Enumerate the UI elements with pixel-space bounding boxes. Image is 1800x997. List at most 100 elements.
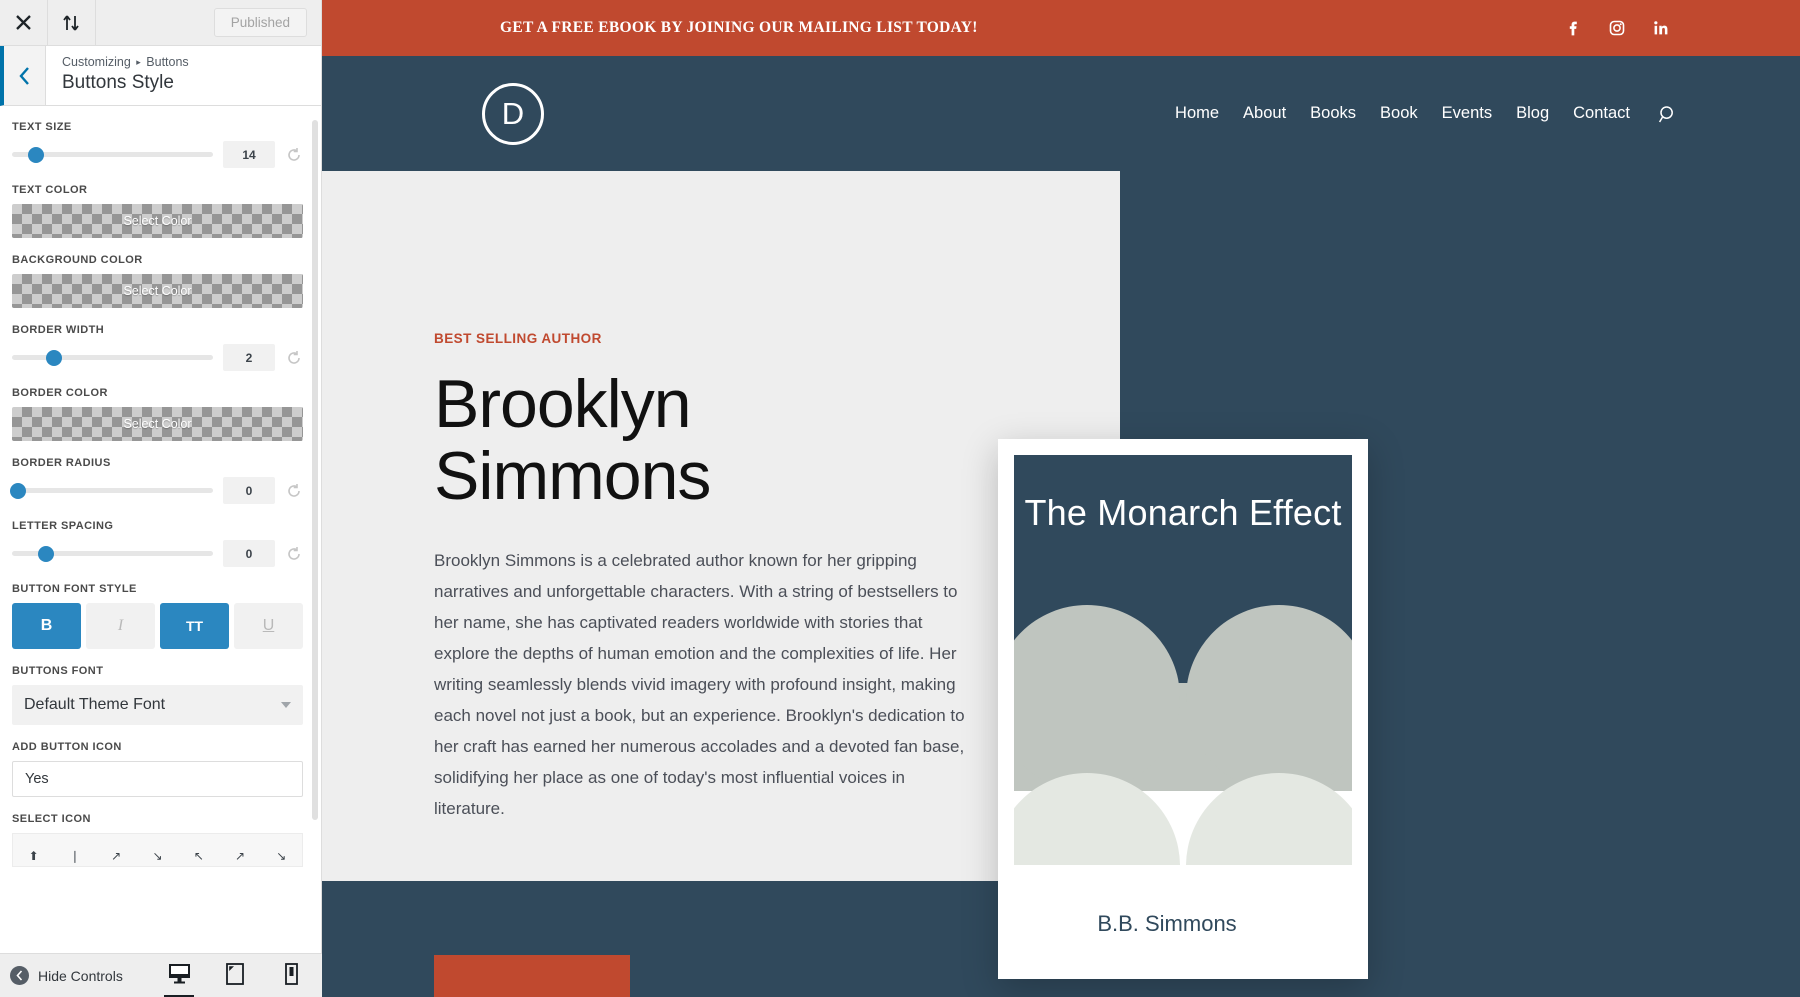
control-select-icon: SELECT ICON ⬆ ❘ ↗ ↘ ↖ ↗ ↘ [12,813,303,867]
letter-spacing-slider[interactable] [12,545,213,562]
icon-option[interactable]: ↘ [261,849,302,866]
icon-option[interactable]: ↖ [178,849,219,866]
page-title: Buttons Style [62,72,174,94]
italic-toggle-button[interactable]: I [86,603,155,649]
text-size-value[interactable]: 14 [223,141,275,168]
slider-row: 14 [12,141,303,168]
slider-knob[interactable] [38,545,55,562]
nav-link-contact[interactable]: Contact [1573,104,1630,123]
hero-eyebrow: BEST SELLING AUTHOR [434,331,602,346]
customizer-topbar: Published [0,0,321,46]
reset-icon[interactable] [285,546,303,562]
nav-link-about[interactable]: About [1243,104,1286,123]
breadcrumb-current: Buttons [146,55,189,69]
border-radius-slider[interactable] [10,482,213,499]
control-border-width: BORDER WIDTH 2 [12,324,303,371]
nav-link-blog[interactable]: Blog [1516,104,1549,123]
linkedin-icon[interactable] [1652,19,1670,37]
font-style-buttons: B I TT U [12,603,303,649]
published-button[interactable]: Published [213,8,307,37]
border-width-slider[interactable] [12,349,213,366]
control-label: BACKGROUND COLOR [12,254,143,266]
border-width-value[interactable]: 2 [223,344,275,371]
letter-spacing-value[interactable]: 0 [223,540,275,567]
nav-link-home[interactable]: Home [1175,104,1219,123]
desktop-icon [168,964,190,984]
control-border-color: BORDER COLOR Select Color [12,387,303,441]
book-cover-card: The Monarch Effect B.B. Simmons [998,439,1368,979]
icon-option[interactable]: ⬆ [13,849,54,866]
desktop-view-button[interactable] [158,954,200,997]
buttons-font-select[interactable]: Default Theme Font [12,685,303,725]
book-title: The Monarch Effect [1024,492,1342,533]
nav-menu: Home About Books Book Events Blog Contac… [1175,104,1678,124]
customizer-screen: Published Customizing ▸ Buttons Buttons … [0,0,1800,997]
breadcrumb-separator: ▸ [136,57,141,67]
search-icon[interactable] [1658,104,1678,124]
announcement-bar: GET A FREE EBOOK BY JOINING OUR MAILING … [322,0,1800,56]
control-label: ADD BUTTON ICON [12,741,122,753]
bold-toggle-button[interactable]: B [12,603,81,649]
site-preview: GET A FREE EBOOK BY JOINING OUR MAILING … [322,0,1800,997]
buttons-font-value: Default Theme Font [24,696,166,713]
control-letter-spacing: LETTER SPACING 0 [12,520,303,567]
hero-content: BEST SELLING AUTHOR Brooklyn Simmons Bro… [434,331,974,825]
slider-knob[interactable] [10,482,27,499]
control-label: BUTTONS FONT [12,665,104,677]
icon-option[interactable]: ↗ [96,849,137,866]
sidebar-scrollbar[interactable] [312,120,318,820]
social-links [1564,19,1670,37]
slider-row: 0 [10,477,303,504]
nav-link-books[interactable]: Books [1310,104,1356,123]
hide-controls-button[interactable]: Hide Controls [10,966,123,985]
select-color-label: Select Color [123,417,192,431]
customizer-header: Customizing ▸ Buttons Buttons Style [0,46,321,106]
add-button-icon-input[interactable]: Yes [12,761,303,797]
breadcrumb-root[interactable]: Customizing [62,55,131,69]
control-label: TEXT SIZE [12,121,72,133]
icon-option[interactable]: ↘ [137,849,178,866]
text-size-slider[interactable] [12,146,213,163]
reset-icon[interactable] [285,483,303,499]
slider-knob[interactable] [46,349,63,366]
control-label: TEXT COLOR [12,184,88,196]
text-color-picker[interactable]: Select Color [12,204,303,238]
border-color-picker[interactable]: Select Color [12,407,303,441]
book-title-wrap: The Monarch Effect [1014,491,1352,535]
icon-picker-grid[interactable]: ⬆ ❘ ↗ ↘ ↖ ↗ ↘ [12,833,303,867]
tablet-view-button[interactable] [214,954,256,997]
facebook-icon[interactable] [1564,19,1582,37]
hero-section: BEST SELLING AUTHOR Brooklyn Simmons Bro… [322,171,1800,997]
icon-option[interactable]: ❘ [54,849,95,866]
underline-toggle-button[interactable]: U [234,603,303,649]
mobile-view-button[interactable] [270,954,312,997]
icon-option[interactable]: ↗ [219,849,260,866]
site-navigation: D Home About Books Book Events Blog Cont… [322,56,1800,171]
slider-knob[interactable] [28,146,45,163]
hero-cta-button[interactable] [434,955,630,997]
instagram-icon[interactable] [1608,19,1626,37]
select-color-label: Select Color [123,284,192,298]
reset-icon[interactable] [285,147,303,163]
control-buttons-font: BUTTONS FONT Default Theme Font [12,665,303,725]
slider-row: 0 [12,540,303,567]
uppercase-toggle-button[interactable]: TT [160,603,229,649]
announcement-text: GET A FREE EBOOK BY JOINING OUR MAILING … [500,19,978,36]
border-radius-value[interactable]: 0 [223,477,275,504]
reset-icon[interactable] [285,350,303,366]
control-label: BORDER COLOR [12,387,108,399]
chevron-left-icon[interactable] [4,46,46,105]
sort-arrows-icon[interactable] [48,0,96,45]
control-add-button-icon: ADD BUTTON ICON Yes [12,741,303,797]
close-icon[interactable] [0,0,48,45]
control-button-font-style: BUTTON FONT STYLE B I TT U [12,583,303,649]
control-label: BORDER WIDTH [12,324,105,336]
nav-link-events[interactable]: Events [1442,104,1492,123]
slider-row: 2 [12,344,303,371]
background-color-picker[interactable]: Select Color [12,274,303,308]
control-label: SELECT ICON [12,813,91,825]
hero-paragraph: Brooklyn Simmons is a celebrated author … [434,551,965,818]
customizer-header-text: Customizing ▸ Buttons Buttons Style [46,46,189,105]
brand-logo[interactable]: D [482,82,544,145]
nav-link-book[interactable]: Book [1380,104,1418,123]
